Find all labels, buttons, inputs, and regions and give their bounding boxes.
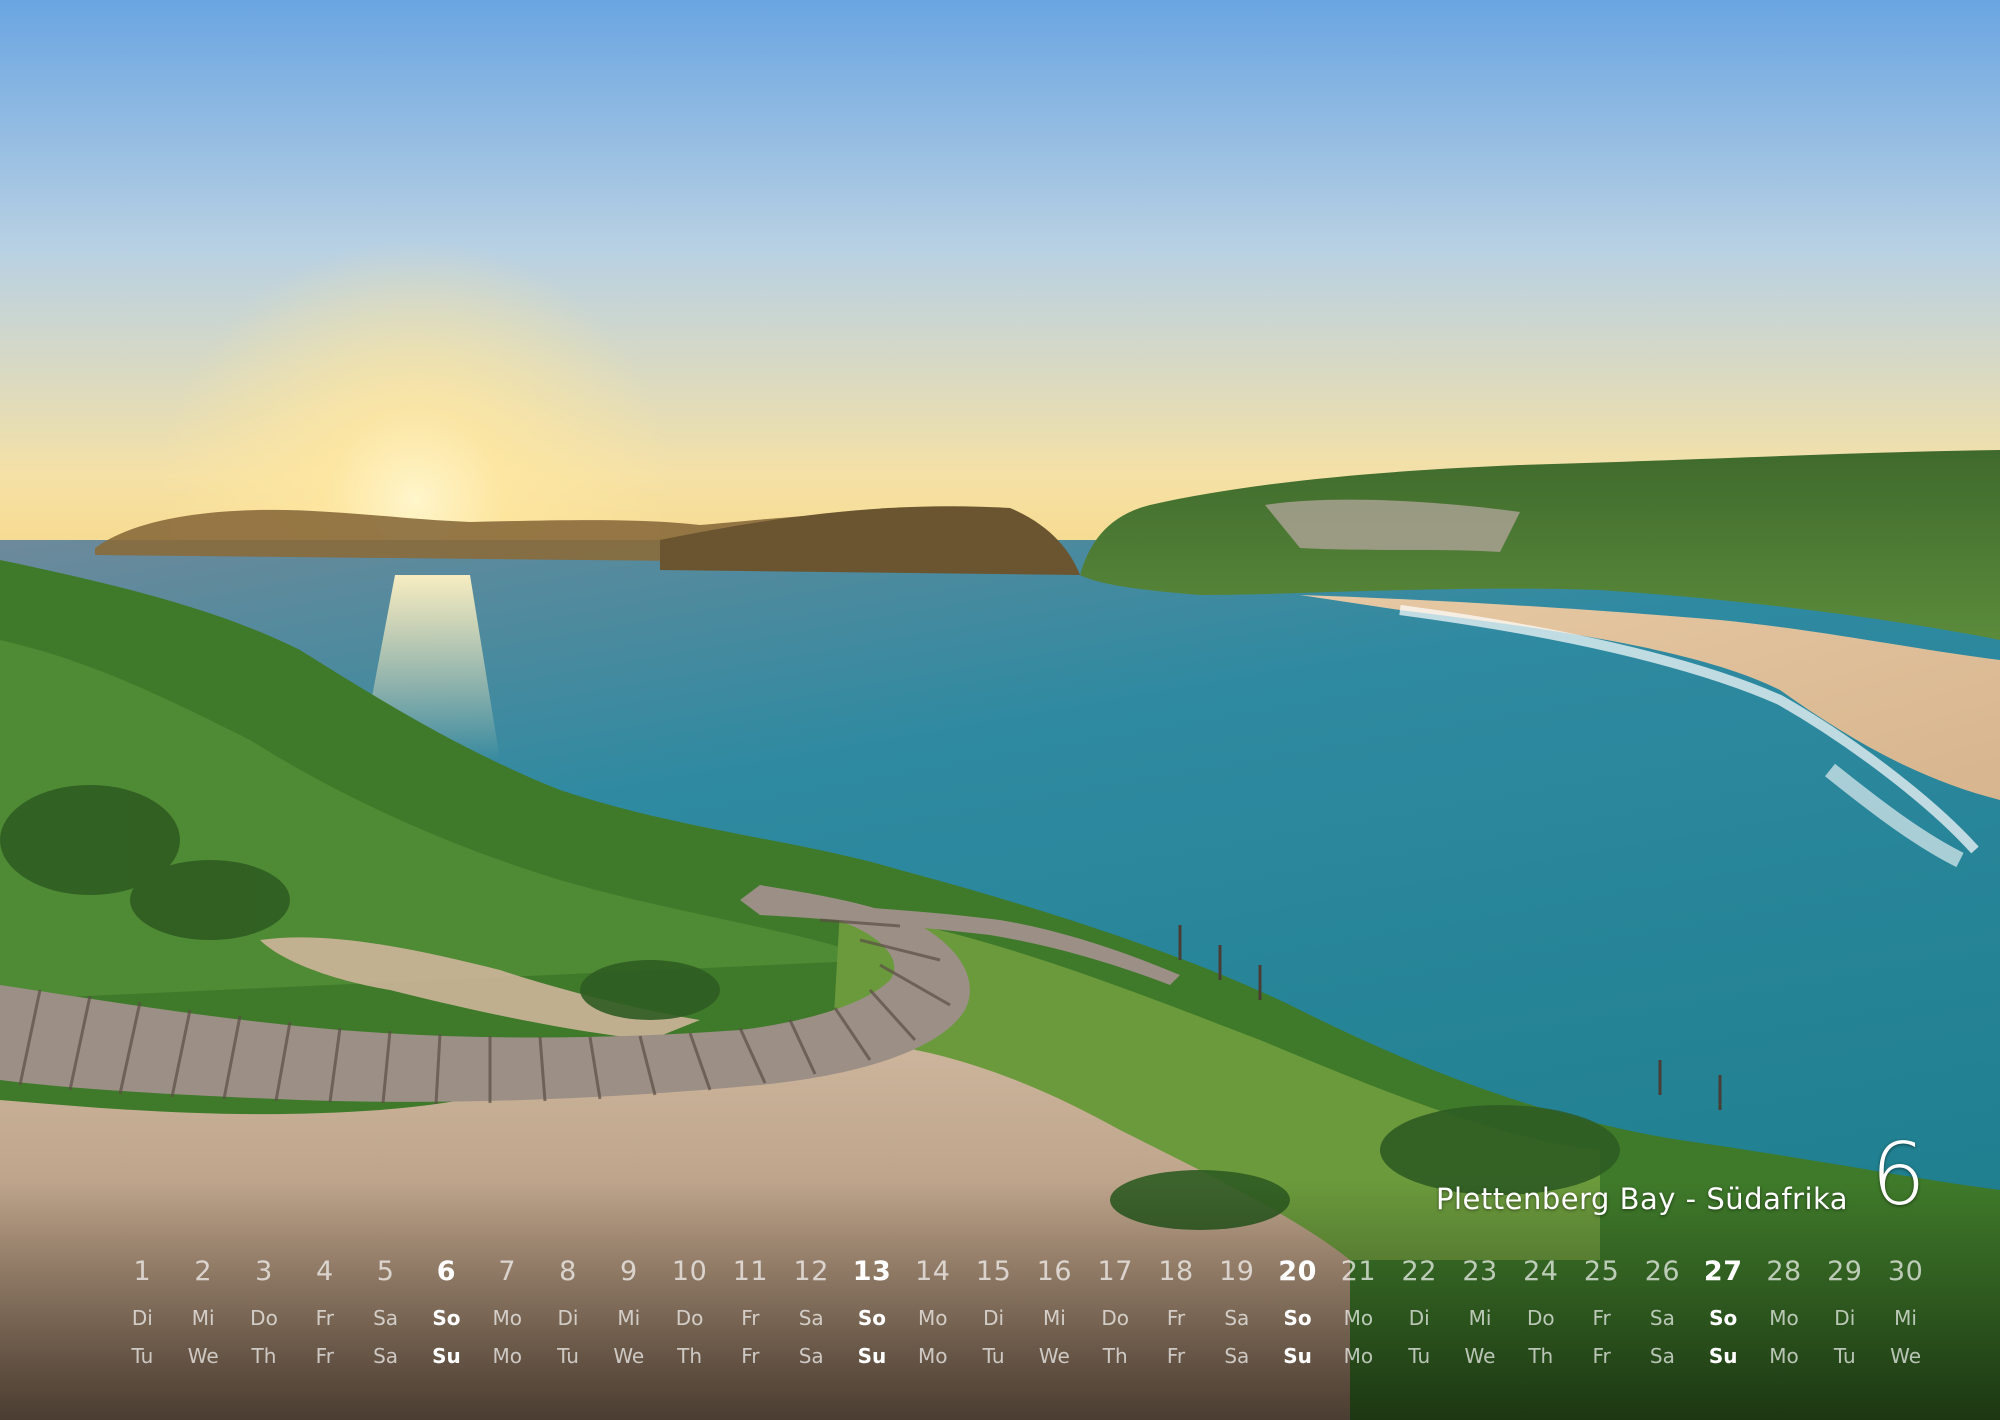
photo-caption: Plettenberg Bay - Südafrika — [1436, 1182, 1849, 1216]
weekday-en: Sa — [373, 1344, 399, 1368]
weekday-en: Sa — [798, 1344, 824, 1368]
day-number: 5 — [376, 1256, 395, 1287]
weekday-de: Mo — [1769, 1306, 1799, 1330]
day-number: 4 — [315, 1256, 334, 1287]
day-number: 18 — [1158, 1256, 1194, 1287]
weekday-de: Mi — [617, 1306, 641, 1330]
day-number: 13 — [852, 1256, 892, 1287]
weekday-de: Mo — [492, 1306, 522, 1330]
day-number: 20 — [1278, 1256, 1317, 1287]
day-number: 23 — [1462, 1256, 1498, 1287]
weekday-en: Tu — [982, 1344, 1005, 1368]
weekday-en: We — [1890, 1344, 1922, 1368]
weekday-de: Di — [1834, 1306, 1856, 1330]
weekday-de: Sa — [1224, 1306, 1250, 1330]
day-number: 6 — [436, 1256, 457, 1287]
weekday-en: We — [613, 1344, 645, 1368]
weekday-en: Mo — [1343, 1344, 1374, 1368]
weekday-de: Sa — [1649, 1306, 1675, 1330]
weekday-en: Tu — [557, 1344, 579, 1368]
weekday-de: Sa — [798, 1306, 824, 1330]
weekday-de: Do — [675, 1306, 704, 1330]
day-number: 3 — [255, 1256, 273, 1287]
day-number: 14 — [915, 1256, 951, 1287]
calendar-page: Plettenberg Bay - Südafrika 6 1234567891… — [0, 0, 2000, 1420]
month-number: 6 — [1871, 1125, 1926, 1225]
weekday-de: Do — [250, 1306, 278, 1330]
day-number: 11 — [732, 1256, 769, 1287]
weekday-de: Di — [557, 1306, 579, 1330]
weekday-en: Fr — [741, 1344, 760, 1368]
weekday-de: Di — [131, 1306, 153, 1330]
weekday-de: Di — [1408, 1306, 1430, 1330]
weekday-en: Th — [251, 1344, 277, 1368]
day-number: 26 — [1644, 1256, 1681, 1287]
day-number: 27 — [1703, 1256, 1743, 1287]
day-number: 7 — [498, 1256, 517, 1287]
weekday-en: Sa — [1649, 1344, 1675, 1368]
day-number: 28 — [1766, 1256, 1802, 1287]
weekday-de: Mo — [918, 1306, 948, 1330]
weekday-en: Mo — [918, 1344, 948, 1368]
weekday-de: Fr — [1166, 1306, 1186, 1330]
day-number: 12 — [793, 1256, 829, 1287]
weekday-en: Tu — [1408, 1344, 1431, 1368]
weekday-de: So — [1283, 1306, 1312, 1330]
weekday-de: Do — [1526, 1306, 1555, 1330]
day-number: 24 — [1523, 1256, 1559, 1287]
weekday-en: We — [1464, 1344, 1496, 1368]
weekday-en: Sa — [1224, 1344, 1250, 1368]
day-number: 19 — [1219, 1256, 1255, 1287]
weekday-de: Do — [1101, 1306, 1130, 1330]
day-number: 21 — [1340, 1256, 1377, 1287]
weekday-de: Mo — [1343, 1306, 1374, 1330]
day-numbers-row: 1 2 3 4 5 6 7 8 9 10 11 12 13 14 15 16 17 18 19 20 21 22 23 24 2… — [112, 1256, 1936, 1287]
weekday-de: Di — [983, 1306, 1005, 1330]
day-number: 2 — [194, 1256, 213, 1287]
weekday-en: Su — [857, 1344, 887, 1368]
day-number: 16 — [1036, 1256, 1073, 1287]
day-number: 29 — [1827, 1256, 1863, 1287]
day-number: 10 — [671, 1256, 708, 1287]
weekday-de: Fr — [741, 1306, 760, 1330]
day-number: 9 — [619, 1256, 638, 1287]
weekday-en: Fr — [1166, 1344, 1186, 1368]
day-number: 30 — [1887, 1256, 1924, 1287]
weekday-en: Su — [1708, 1344, 1738, 1368]
day-number: 15 — [975, 1256, 1012, 1287]
weekday-en: Fr — [315, 1344, 334, 1368]
weekday-de: Mi — [191, 1306, 215, 1330]
weekday-de: So — [857, 1306, 887, 1330]
day-number: 1 — [133, 1256, 152, 1287]
weekday-de: Sa — [373, 1306, 399, 1330]
weekday-en: Su — [1283, 1344, 1312, 1368]
weekday-en: Mo — [492, 1344, 522, 1368]
weekday-en: Mo — [1769, 1344, 1799, 1368]
weekday-de: So — [432, 1306, 461, 1330]
weekday-en: Th — [1102, 1344, 1128, 1368]
weekday-en: Su — [432, 1344, 461, 1368]
weekday-de: So — [1709, 1306, 1738, 1330]
weekday-de-row: Di Mi Do Fr Sa So Mo Di Mi Do Fr Sa So Mo Di Mi Do Fr Sa So… — [112, 1306, 1936, 1330]
weekday-en: Tu — [1833, 1344, 1856, 1368]
weekday-en: We — [1038, 1344, 1070, 1368]
weekday-de: Fr — [1592, 1306, 1611, 1330]
weekday-en: Tu — [131, 1344, 154, 1368]
weekday-de: Mi — [1042, 1306, 1066, 1330]
weekday-en: Fr — [1592, 1344, 1611, 1368]
weekday-de: Mi — [1894, 1306, 1917, 1330]
weekday-en: Th — [677, 1344, 703, 1368]
weekday-en-row: Tu We Th Fr Sa Su Mo Tu We Th Fr Sa Su Mo Tu We Th Fr Sa Su… — [112, 1344, 1936, 1368]
weekday-de: Fr — [315, 1306, 334, 1330]
weekday-en: We — [187, 1344, 219, 1368]
day-number: 17 — [1097, 1256, 1133, 1287]
day-number: 22 — [1401, 1256, 1437, 1287]
day-number: 8 — [559, 1256, 577, 1287]
day-number: 25 — [1583, 1256, 1620, 1287]
weekday-en: Th — [1528, 1344, 1554, 1368]
weekday-de: Mi — [1468, 1306, 1492, 1330]
